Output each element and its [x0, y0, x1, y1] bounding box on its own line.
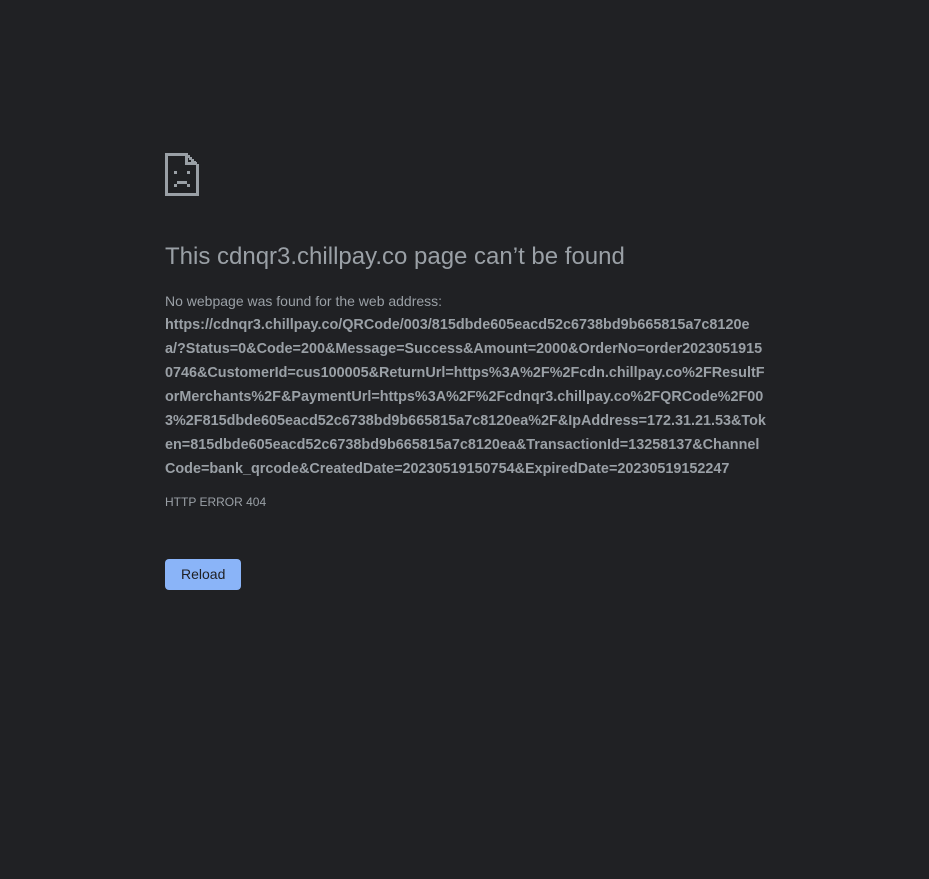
error-content: This cdnqr3.chillpay.co page can’t be fo… — [165, 153, 767, 590]
description-prefix: No webpage was found for the web address… — [165, 293, 443, 309]
sad-page-icon — [165, 153, 199, 196]
error-code: HTTP ERROR 404 — [165, 495, 267, 509]
reload-button[interactable]: Reload — [165, 559, 242, 590]
page-title: This cdnqr3.chillpay.co page can’t be fo… — [165, 243, 625, 270]
failed-url: https://cdnqr3.chillpay.co/QRCode/003/81… — [165, 317, 766, 477]
error-description: No webpage was found for the web address… — [165, 289, 767, 481]
